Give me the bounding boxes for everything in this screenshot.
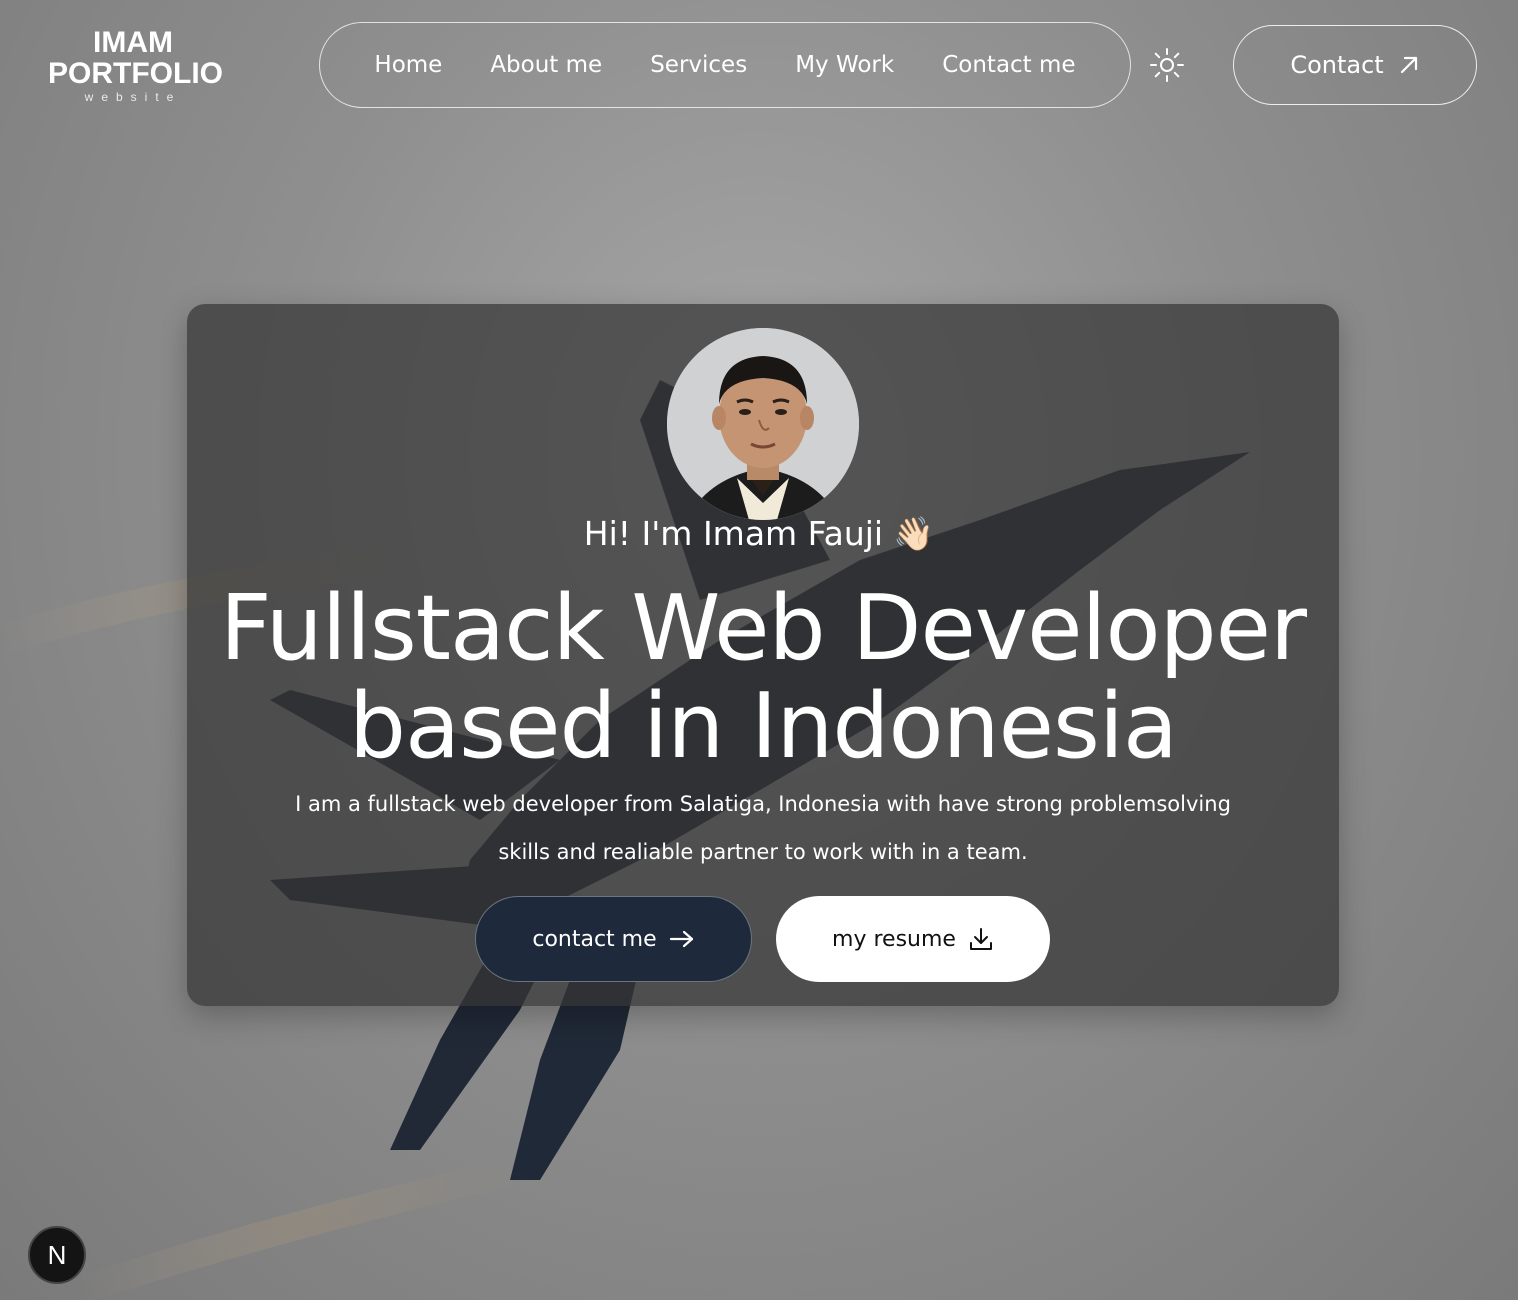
site-logo[interactable]: IMAM PORTFOLIO website bbox=[48, 26, 223, 104]
download-icon bbox=[969, 928, 992, 950]
contact-me-label: contact me bbox=[532, 926, 657, 952]
theme-toggle-button[interactable] bbox=[1146, 44, 1188, 86]
my-resume-label: my resume bbox=[832, 926, 956, 952]
nextjs-badge[interactable]: N bbox=[28, 1226, 86, 1284]
waving-hand-icon: 👋🏻 bbox=[893, 514, 935, 553]
hero-greeting: Hi! I'm Imam Fauji 👋🏻 bbox=[0, 514, 1518, 554]
arrow-up-right-icon bbox=[1400, 56, 1417, 74]
main-nav: Home About me Services My Work Contact m… bbox=[319, 22, 1131, 108]
nav-item-services[interactable]: Services bbox=[650, 52, 747, 78]
profile-avatar bbox=[667, 328, 859, 520]
logo-line-2: PORTFOLIO bbox=[48, 57, 223, 90]
header-contact-button[interactable]: Contact bbox=[1233, 25, 1477, 105]
nav-item-home[interactable]: Home bbox=[374, 52, 442, 78]
arrow-right-icon bbox=[669, 930, 693, 948]
logo-line-1: IMAM bbox=[93, 26, 173, 59]
header-contact-label: Contact bbox=[1290, 51, 1384, 79]
sun-icon bbox=[1150, 48, 1184, 82]
headline-line-2: based in Indonesia bbox=[348, 674, 1178, 779]
hero-headline: Fullstack Web Developer based in Indones… bbox=[187, 580, 1339, 776]
nav-item-contact-me[interactable]: Contact me bbox=[942, 52, 1075, 78]
contact-me-button[interactable]: contact me bbox=[475, 896, 752, 982]
profile-photo bbox=[667, 328, 859, 520]
logo-tagline: website bbox=[84, 90, 182, 104]
greeting-text: Hi! I'm Imam Fauji bbox=[583, 514, 884, 553]
nav-item-my-work[interactable]: My Work bbox=[795, 52, 894, 78]
nav-item-about-me[interactable]: About me bbox=[490, 52, 602, 78]
hero-bio: I am a fullstack web developer from Sala… bbox=[295, 792, 1231, 864]
my-resume-button[interactable]: my resume bbox=[776, 896, 1050, 982]
headline-line-1: Fullstack Web Developer bbox=[219, 576, 1307, 681]
